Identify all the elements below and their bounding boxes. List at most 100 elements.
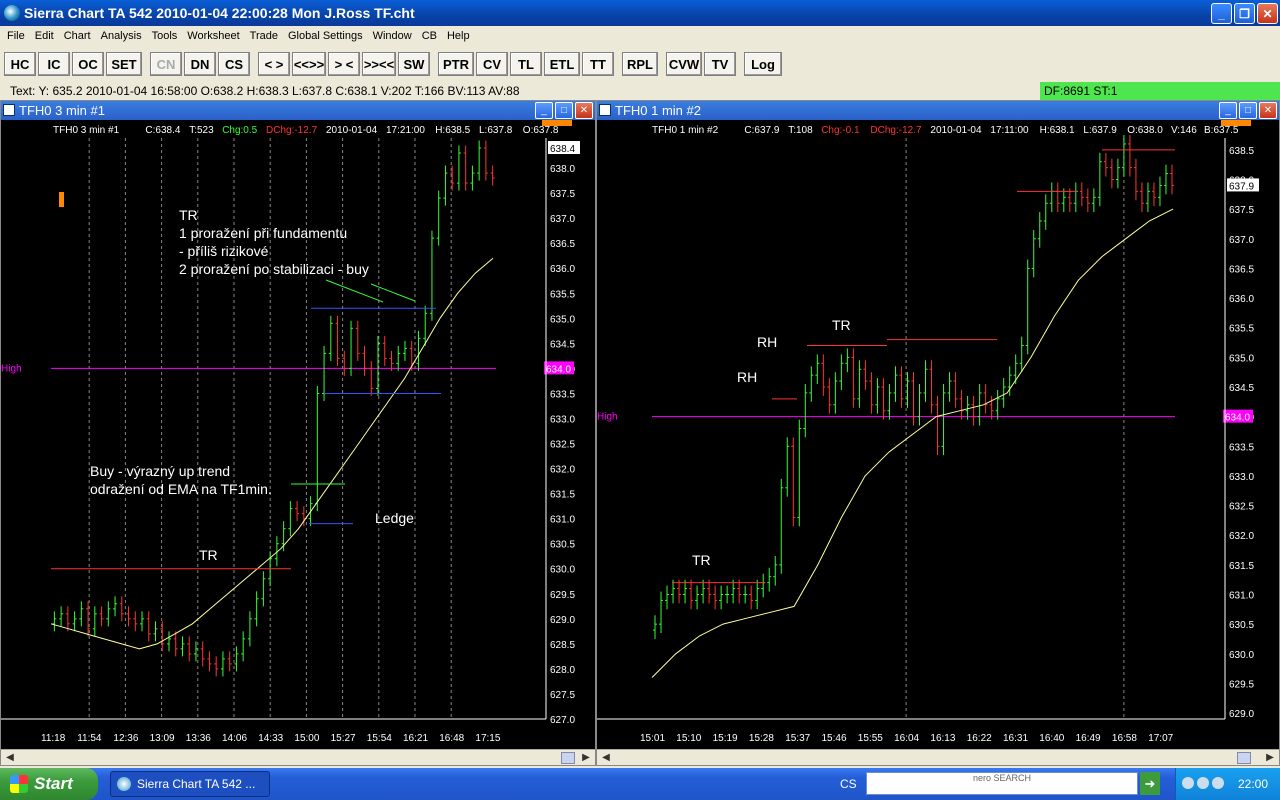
price-tick-label: 629.0 <box>1229 709 1254 720</box>
menu-cb[interactable]: CB <box>417 30 442 42</box>
toolbar-button-ptr[interactable]: PTR <box>438 52 474 76</box>
toolbar-button-[interactable]: >><< <box>362 52 396 76</box>
time-tick-label: 14:33 <box>258 733 283 744</box>
annotation-arrow <box>325 279 384 303</box>
toolbar-button-tl[interactable]: TL <box>510 52 542 76</box>
chart-annotation: Ledge <box>375 510 414 526</box>
chart-header-field: TFH0 3 min #1 <box>53 125 120 136</box>
toolbar-button-log[interactable]: Log <box>744 52 782 76</box>
menu-global-settings[interactable]: Global Settings <box>283 30 368 42</box>
window-title: Sierra Chart TA 542 2010-01-04 22:00:28 … <box>24 5 415 21</box>
toolbar-button-[interactable]: > < <box>328 52 360 76</box>
chart-annotation: Buy - výrazný up trend <box>90 463 230 479</box>
toolbar-button-set[interactable]: SET <box>106 52 142 76</box>
clock[interactable]: 22:00 <box>1238 777 1268 791</box>
tray-icon[interactable] <box>1182 777 1194 789</box>
chart-annotation: TR <box>199 547 218 563</box>
menu-worksheet[interactable]: Worksheet <box>182 30 244 42</box>
time-tick-label: 15:28 <box>749 733 774 744</box>
price-tick-label: 630.5 <box>550 540 575 551</box>
chart-maximize-button[interactable]: □ <box>555 102 573 119</box>
scroll-right-arrow[interactable]: ▶ <box>1263 751 1277 765</box>
toolbar-button-cv[interactable]: CV <box>476 52 508 76</box>
menu-file[interactable]: File <box>2 30 30 42</box>
time-tick-label: 15:27 <box>331 733 356 744</box>
chart-window-3min[interactable]: TFH0 3 min #1 _ □ ✕ TFH0 3 min #1 C:638.4… <box>0 100 596 766</box>
chart-header-field: H:638.1 <box>1040 125 1075 136</box>
chart-header-field: Chg:-0.1 <box>821 125 860 136</box>
toolbar-button-[interactable]: <<>> <box>292 52 326 76</box>
chart-minimize-button[interactable]: _ <box>1219 102 1237 119</box>
menu-help[interactable]: Help <box>442 30 475 42</box>
time-tick-label: 16:04 <box>894 733 919 744</box>
language-indicator[interactable]: CS <box>840 777 857 791</box>
time-tick-label: 15:00 <box>294 733 319 744</box>
toolbar-button-sw[interactable]: SW <box>398 52 430 76</box>
restore-button[interactable]: ❐ <box>1234 3 1255 24</box>
price-tick-label: 629.5 <box>550 590 575 601</box>
chart-hscrollbar[interactable]: ◀ ▶ <box>597 749 1279 765</box>
toolbar-button-etl[interactable]: ETL <box>544 52 580 76</box>
toolbar-button-dn[interactable]: DN <box>184 52 216 76</box>
status-line: Text: Y: 635.2 2010-01-04 16:58:00 O:638… <box>0 82 1280 100</box>
price-tick-label: 635.5 <box>1229 324 1254 335</box>
ema-line <box>651 208 1174 678</box>
scroll-left-arrow[interactable]: ◀ <box>599 751 613 765</box>
toolbar-button-tt[interactable]: TT <box>582 52 614 76</box>
chart-header-field: T:108 <box>788 125 813 136</box>
minimize-button[interactable]: _ <box>1211 3 1232 24</box>
tray-icon[interactable] <box>1212 777 1224 789</box>
nero-search-input[interactable]: nero SEARCH <box>866 772 1138 795</box>
toolbar-button-oc[interactable]: OC <box>72 52 104 76</box>
toolbar-button-cvw[interactable]: CVW <box>666 52 702 76</box>
start-button[interactable]: Start <box>0 768 98 800</box>
chart-annotation: RH <box>737 369 757 385</box>
chart-plot-1min[interactable]: TFH0 1 min #2 C:637.9 T:108 Chg:-0.1 DChg:-1… <box>597 120 1279 747</box>
high-value-label: 634.0 <box>546 364 571 375</box>
price-tick-label: 630.0 <box>1229 650 1254 661</box>
menu-edit[interactable]: Edit <box>30 30 59 42</box>
menu-trade[interactable]: Trade <box>245 30 283 42</box>
scroll-right-arrow[interactable]: ▶ <box>579 751 593 765</box>
chart-close-button[interactable]: ✕ <box>1259 102 1277 119</box>
menu-tools[interactable]: Tools <box>147 30 183 42</box>
scroll-thumb[interactable] <box>1237 752 1251 764</box>
close-button[interactable]: ✕ <box>1257 3 1278 24</box>
scroll-thumb[interactable] <box>561 752 575 764</box>
tray-icon[interactable] <box>1197 777 1209 789</box>
status-text: Text: Y: 635.2 2010-01-04 16:58:00 O:638… <box>10 84 520 98</box>
toolbar-button-cn[interactable]: CN <box>150 52 182 76</box>
menu-analysis[interactable]: Analysis <box>96 30 147 42</box>
chart-close-button[interactable]: ✕ <box>575 102 593 119</box>
time-tick-label: 16:13 <box>930 733 955 744</box>
toolbar-button-rpl[interactable]: RPL <box>622 52 658 76</box>
menu-chart[interactable]: Chart <box>59 30 96 42</box>
time-tick-label: 13:09 <box>150 733 175 744</box>
chart-window-1min[interactable]: TFH0 1 min #2 _ □ ✕ TFH0 1 min #2 C:637.9… <box>596 100 1280 766</box>
toolbar-button-ic[interactable]: IC <box>38 52 70 76</box>
menu-window[interactable]: Window <box>368 30 417 42</box>
chart-plot-3min[interactable]: TFH0 3 min #1 C:638.4 T:523 Chg:0.5 DChg:-12… <box>1 120 595 747</box>
price-tick-label: 632.0 <box>550 465 575 476</box>
taskbar-item-sierra-chart[interactable]: Sierra Chart TA 542 ... <box>110 771 270 797</box>
chart-header-field: T:523 <box>189 125 214 136</box>
price-tick-label: 638.5 <box>1229 146 1254 157</box>
scroll-left-arrow[interactable]: ◀ <box>3 751 17 765</box>
chart-hscrollbar[interactable]: ◀ ▶ <box>1 749 595 765</box>
chart-window-icon <box>3 104 15 116</box>
high-label: High <box>597 412 618 423</box>
orange-marker <box>1221 120 1251 126</box>
price-tick-label: 633.0 <box>550 414 575 425</box>
toolbar-button-tv[interactable]: TV <box>704 52 736 76</box>
toolbar-button-hc[interactable]: HC <box>4 52 36 76</box>
price-tick-label: 631.5 <box>1229 561 1254 572</box>
price-tick-label: 630.5 <box>1229 620 1254 631</box>
chart-header-field: DChg:-12.7 <box>266 125 318 136</box>
annotation-arrow <box>370 283 416 302</box>
chart-minimize-button[interactable]: _ <box>535 102 553 119</box>
time-tick-label: 15:10 <box>676 733 701 744</box>
chart-maximize-button[interactable]: □ <box>1239 102 1257 119</box>
toolbar-button-cs[interactable]: CS <box>218 52 250 76</box>
toolbar-button-[interactable]: < > <box>258 52 290 76</box>
nero-search-go-button[interactable]: ➜ <box>1140 772 1160 795</box>
